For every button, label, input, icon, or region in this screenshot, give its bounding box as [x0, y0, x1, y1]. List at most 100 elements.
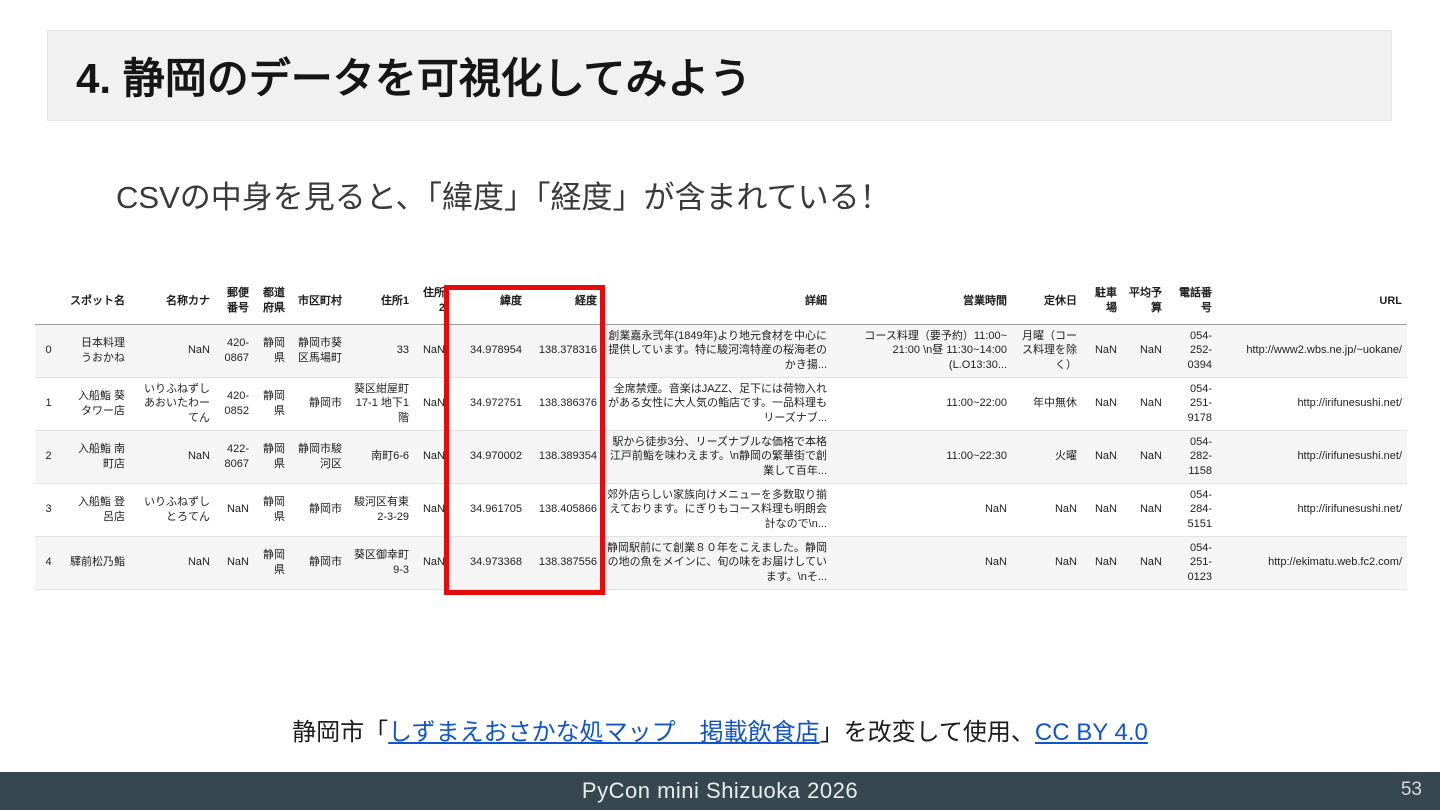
- attribution: 静岡市「しずまえおさかな処マップ 掲載飲食店」を改変して使用、CC BY 4.0: [0, 712, 1440, 747]
- table-cell: 入船鮨 登呂店: [77, 496, 125, 523]
- column-header: スポット名: [62, 278, 130, 325]
- row-index: 0: [45, 344, 52, 357]
- table-cell: NaN: [1139, 450, 1162, 463]
- footer-title: PyCon mini Shizuoka 2026: [581, 778, 859, 803]
- table-cell: NaN: [422, 344, 445, 357]
- table-cell: NaN: [1054, 556, 1077, 569]
- column-header: 名称カナ: [130, 278, 215, 325]
- table-header-row: スポット名 名称カナ 郵便番号 都道府県 市区町村 住所1 住所2 緯度 経度 詳細 営業時間 定休日…: [35, 278, 1407, 325]
- table-cell: 静岡駅前にて創業８０年をこえました。静岡の地の魚をメインに、旬の味をお届けしてい…: [607, 542, 827, 583]
- column-header: 住所2: [414, 278, 450, 325]
- table-cell: NaN: [984, 556, 1007, 569]
- attribution-middle: 」を改変して使用、: [819, 719, 1035, 746]
- table-cell: NaN: [226, 503, 249, 516]
- table-cell: http://www2.wbs.ne.jp/~uokane/: [1246, 344, 1402, 357]
- table-cell: NaN: [422, 397, 445, 410]
- column-header: 平均予算: [1122, 278, 1167, 325]
- table-cell: 驛前松乃鮨: [70, 556, 125, 569]
- column-header: 住所1: [347, 278, 414, 325]
- table-cell: 創業嘉永弐年(1849年)より地元食材を中心に提供しています。特に駿河湾特産の桜…: [608, 330, 827, 371]
- table-cell: 138.386376: [538, 397, 597, 410]
- column-header: 詳細: [602, 278, 832, 325]
- table-cell: 静岡県: [263, 337, 285, 364]
- table-row: 3 入船鮨 登呂店 いりふねずし とろてん NaN 静岡県 静岡市 駿河区有東 2-3-29…: [35, 483, 1407, 536]
- table-body: 0 日本料理 うおかね NaN 420-0867 静岡県 静岡市葵区馬場町 33 NaN 34.…: [35, 324, 1407, 589]
- table-cell: NaN: [1139, 556, 1162, 569]
- table-cell: NaN: [1094, 556, 1117, 569]
- attribution-prefix: 静岡市「: [292, 719, 389, 746]
- table-cell: 全席禁煙。音楽はJAZZ、足下には荷物入れがある女性に大人気の鮨店です。一品料理…: [608, 383, 827, 424]
- table-cell: NaN: [422, 450, 445, 463]
- table-cell: 駿河区有東 2-3-29: [354, 496, 409, 523]
- table-cell: 入船鮨 葵タワー店: [77, 390, 125, 417]
- row-index: 3: [45, 503, 52, 516]
- column-header: [35, 278, 62, 325]
- table-row: 2 入船鮨 南町店 NaN 422-8067 静岡県 静岡市駿河区 南町6-6 NaN 34.9…: [35, 430, 1407, 483]
- table-cell: 138.378316: [538, 344, 597, 357]
- table-cell: 054-251-0123: [1187, 542, 1212, 583]
- table-row: 4 驛前松乃鮨 NaN NaN 静岡県 静岡市 葵区御幸町 9-3 NaN 34.973368 1…: [35, 536, 1407, 589]
- table-cell: NaN: [187, 450, 210, 463]
- table-cell: コース料理（要予約）11:00~ 21:00 \n昼 11:30~14:00 (…: [864, 330, 1007, 371]
- table-cell: 054-252-0394: [1187, 330, 1212, 371]
- table-cell: 34.978954: [470, 344, 522, 357]
- table-cell: 火曜: [1055, 450, 1077, 463]
- table-cell: NaN: [187, 556, 210, 569]
- row-index: 2: [45, 450, 52, 463]
- slide-subtitle: CSVの中身を見ると、「緯度」「経度」が含まれている！: [116, 180, 891, 215]
- row-index: 1: [45, 397, 52, 410]
- page-number: 53: [1400, 779, 1422, 800]
- column-header: 電話番号: [1167, 278, 1217, 325]
- table-cell: NaN: [1094, 450, 1117, 463]
- table-cell: 日本料理 うおかね: [81, 337, 125, 364]
- table-cell: 静岡県: [263, 390, 285, 417]
- table-cell: 054-284-5151: [1187, 489, 1212, 530]
- table-cell: 月曜（コース料理を除く）: [1022, 330, 1077, 371]
- table-cell: 11:00~22:30: [946, 450, 1007, 463]
- table-cell: NaN: [1094, 397, 1117, 410]
- table-cell: 静岡市葵区馬場町: [298, 337, 342, 364]
- table-cell: 138.405866: [538, 503, 597, 516]
- dataframe-screenshot: スポット名 名称カナ 郵便番号 都道府県 市区町村 住所1 住所2 緯度 経度 詳細 営業時間 定休日…: [35, 278, 1407, 595]
- column-header: 経度: [527, 278, 602, 325]
- license-link[interactable]: CC BY 4.0: [1035, 719, 1148, 746]
- table-cell: 静岡県: [263, 549, 285, 576]
- table-cell: 34.961705: [470, 503, 522, 516]
- title-box: 4. 静岡のデータを可視化してみよう: [47, 30, 1392, 121]
- table-cell: http://irifunesushi.net/: [1297, 397, 1402, 410]
- table-cell: http://irifunesushi.net/: [1297, 503, 1402, 516]
- table-cell: 駅から徒歩3分、リーズナブルな価格で本格江戸前鮨を味わえます。\n静岡の繁華街で…: [609, 436, 827, 477]
- column-header: 定休日: [1012, 278, 1082, 325]
- column-header: 営業時間: [832, 278, 1012, 325]
- table-cell: 33: [396, 344, 409, 357]
- table-cell: 420-0867: [224, 337, 249, 364]
- table-cell: 郊外店らしい家族向けメニューを多数取り揃えております。にぎりもコース料理も明朗会…: [607, 489, 827, 530]
- table-cell: 南町6-6: [371, 450, 409, 463]
- table-cell: 34.972751: [470, 397, 522, 410]
- table-cell: http://ekimatu.web.fc2.com/: [1268, 556, 1402, 569]
- table-cell: 年中無休: [1033, 397, 1077, 410]
- column-header: 駐車場: [1082, 278, 1122, 325]
- table-cell: いりふねずし とろてん: [144, 496, 210, 523]
- table-cell: 420-0852: [224, 390, 249, 417]
- table-cell: http://irifunesushi.net/: [1297, 450, 1402, 463]
- column-header: 郵便番号: [215, 278, 254, 325]
- table-cell: 138.387556: [538, 556, 597, 569]
- source-link[interactable]: しずまえおさかな処マップ 掲載飲食店: [388, 719, 820, 746]
- column-header: 都道府県: [254, 278, 290, 325]
- footer-bar: PyCon mini Shizuoka 2026 53: [0, 772, 1440, 810]
- table-cell: 葵区御幸町 9-3: [354, 549, 409, 576]
- table-row: 1 入船鮨 葵タワー店 いりふねずし あおいたわーてん 420-0852 静岡県 静岡市葵…: [35, 377, 1407, 430]
- column-header: 市区町村: [290, 278, 347, 325]
- dataframe-table: スポット名 名称カナ 郵便番号 都道府県 市区町村 住所1 住所2 緯度 経度 詳細 営業時間 定休日…: [35, 278, 1407, 590]
- table-cell: NaN: [1139, 344, 1162, 357]
- table-cell: 静岡市: [309, 503, 342, 516]
- table-cell: NaN: [1139, 503, 1162, 516]
- table-cell: 138.389354: [538, 450, 597, 463]
- table-row: 0 日本料理 うおかね NaN 420-0867 静岡県 静岡市葵区馬場町 33 NaN 34.…: [35, 324, 1407, 377]
- table-cell: いりふねずし あおいたわーてん: [144, 383, 210, 424]
- slide-title: 4. 静岡のデータを可視化してみよう: [76, 55, 752, 102]
- table-cell: 054-282-1158: [1188, 436, 1212, 477]
- table-cell: 34.970002: [470, 450, 522, 463]
- table-cell: 葵区紺屋町 17-1 地下1階: [354, 383, 409, 424]
